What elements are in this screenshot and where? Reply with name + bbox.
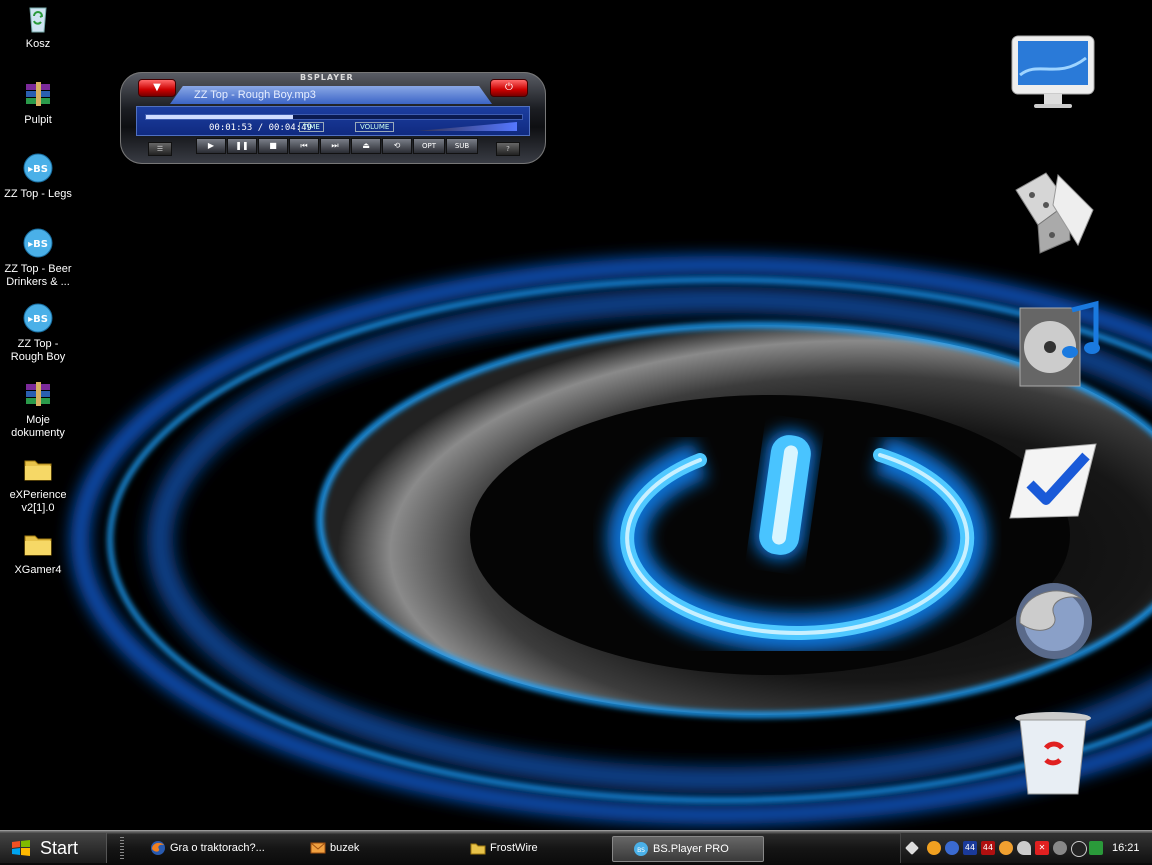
firefox-icon[interactable]: [1008, 575, 1098, 665]
eject-button[interactable]: ⏏: [351, 138, 381, 154]
subtitles-button[interactable]: SUB: [446, 138, 478, 154]
sun-icon[interactable]: [927, 841, 941, 855]
previous-button[interactable]: ⏮: [289, 138, 319, 154]
games-dice-icon[interactable]: [1008, 165, 1098, 255]
repeat-button[interactable]: ⟲: [382, 138, 412, 154]
desktop-icon-label: Kosz: [25, 38, 51, 50]
tray-badge-blue[interactable]: 44: [963, 841, 977, 855]
svg-text:BS: BS: [637, 847, 645, 854]
pause-button[interactable]: ❚❚: [227, 138, 257, 154]
winrar-icon: [22, 78, 54, 110]
orange-ball-icon[interactable]: [999, 841, 1013, 855]
desktop-icon-label: Moje dokumenty: [11, 414, 65, 439]
bsplayer-file-icon: ▸BS: [22, 302, 54, 334]
svg-text:▸BS: ▸BS: [28, 164, 48, 175]
seek-bar[interactable]: [145, 114, 523, 120]
bsplayer-icon: BS: [634, 842, 648, 856]
start-button[interactable]: Start: [0, 833, 107, 863]
time-readout: 00:01:53 / 00:04:49: [209, 123, 312, 133]
checkmark-task-icon[interactable]: [1008, 440, 1098, 530]
desktop-icon-moje-dokumenty[interactable]: Moje dokumenty: [0, 378, 76, 440]
winrar-icon: [22, 378, 54, 410]
wireless-icon[interactable]: [1071, 841, 1087, 857]
folder-icon: [22, 528, 54, 560]
task-buzek[interactable]: buzek: [310, 836, 460, 860]
svg-text:▸BS: ▸BS: [28, 314, 48, 325]
seek-bar-fill: [146, 115, 293, 119]
stop-button[interactable]: ■: [258, 138, 288, 154]
desktop-icon-zz-top-beer-drinkers[interactable]: ▸BS ZZ Top - Beer Drinkers & ...: [0, 227, 76, 289]
task-label: FrostWire: [490, 842, 538, 854]
desktop-icon-label: XGamer4: [14, 564, 62, 576]
system-tray: 44 44 ✕ 16:21: [900, 833, 1152, 863]
green-app-icon[interactable]: [1089, 841, 1103, 855]
music-cd-icon[interactable]: [1012, 300, 1102, 390]
desktop-icon-label: ZZ Top - Beer Drinkers & ...: [4, 263, 72, 288]
imac-icon[interactable]: [1008, 30, 1098, 120]
help-button[interactable]: ?: [496, 142, 520, 156]
volume-icon[interactable]: [1053, 841, 1067, 855]
task-frostwire[interactable]: FrostWire: [470, 836, 620, 860]
bsplayer-window[interactable]: BSPLAYER ▼ ⏻ ZZ Top - Rough Boy.mp3 00:0…: [120, 72, 546, 164]
desktop-icon-label: Pulpit: [24, 114, 52, 126]
recycle-bin-icon[interactable]: [1008, 708, 1098, 798]
play-button[interactable]: ▶: [196, 138, 226, 154]
task-gra-o-traktorach[interactable]: Gra o traktorach?...: [150, 836, 300, 860]
desktop: Kosz Pulpit ▸BS ZZ Top - Legs ▸BS ZZ Top…: [0, 0, 1152, 830]
taskbar-grip[interactable]: [120, 837, 124, 859]
bsplayer-file-icon: ▸BS: [22, 227, 54, 259]
desktop-icon-zz-top-legs[interactable]: ▸BS ZZ Top - Legs: [0, 152, 76, 201]
start-label: Start: [40, 838, 79, 858]
time-label: TIME: [299, 122, 324, 132]
desktop-icon-label: ZZ Top - Rough Boy: [10, 338, 66, 363]
volume-slider[interactable]: [417, 122, 517, 131]
desktop-icon-experience[interactable]: eXPerience v2[1].0: [0, 453, 76, 515]
desktop-icon-xgamer4[interactable]: XGamer4: [0, 528, 76, 577]
svg-text:▸BS: ▸BS: [28, 239, 48, 250]
clock[interactable]: 16:21: [1112, 833, 1140, 863]
desktop-icon-label: eXPerience v2[1].0: [9, 489, 67, 514]
options-button[interactable]: OPT: [413, 138, 445, 154]
playlist-button[interactable]: ☰: [148, 142, 172, 156]
folder-icon: [470, 843, 486, 855]
bsplayer-controls: ▶ ❚❚ ■ ⏮ ⏭ ⏏ ⟲ OPT SUB: [196, 138, 479, 154]
folder-icon: [22, 453, 54, 485]
desktop-icon-pulpit[interactable]: Pulpit: [0, 78, 76, 127]
mail-icon: [310, 842, 326, 854]
bsplayer-display: 00:01:53 / 00:04:49 TIME VOLUME: [136, 106, 530, 136]
speech-icon[interactable]: [1017, 841, 1031, 855]
desktop-icon-kosz[interactable]: Kosz: [0, 2, 76, 51]
menu-dropdown-button[interactable]: ▼: [138, 79, 176, 97]
task-label: Gra o traktorach?...: [170, 842, 265, 854]
task-label: BS.Player PRO: [653, 843, 729, 855]
diamond-icon[interactable]: [905, 841, 919, 855]
now-playing-title: ZZ Top - Rough Boy.mp3: [170, 86, 492, 104]
task-label: buzek: [330, 842, 360, 854]
volume-label: VOLUME: [355, 122, 395, 132]
task-bsplayer-pro[interactable]: BS BS.Player PRO: [612, 836, 764, 862]
recycle-bin-icon: [22, 2, 54, 34]
firefox-icon: [151, 841, 165, 855]
network-icon[interactable]: [945, 841, 959, 855]
bsplayer-brand: BSPLAYER: [300, 73, 354, 82]
taskbar: Start Gra o traktorach?... buzek FrostWi…: [0, 830, 1152, 865]
desktop-icon-label: ZZ Top - Legs: [4, 188, 72, 200]
windows-flag-icon: [12, 840, 30, 856]
close-power-button[interactable]: ⏻: [490, 79, 528, 97]
desktop-icon-zz-top-rough-boy[interactable]: ▸BS ZZ Top - Rough Boy: [0, 302, 76, 364]
bsplayer-file-icon: ▸BS: [22, 152, 54, 184]
next-button[interactable]: ⏭: [320, 138, 350, 154]
tray-badge-red[interactable]: 44: [981, 841, 995, 855]
blocked-icon[interactable]: ✕: [1035, 841, 1049, 855]
